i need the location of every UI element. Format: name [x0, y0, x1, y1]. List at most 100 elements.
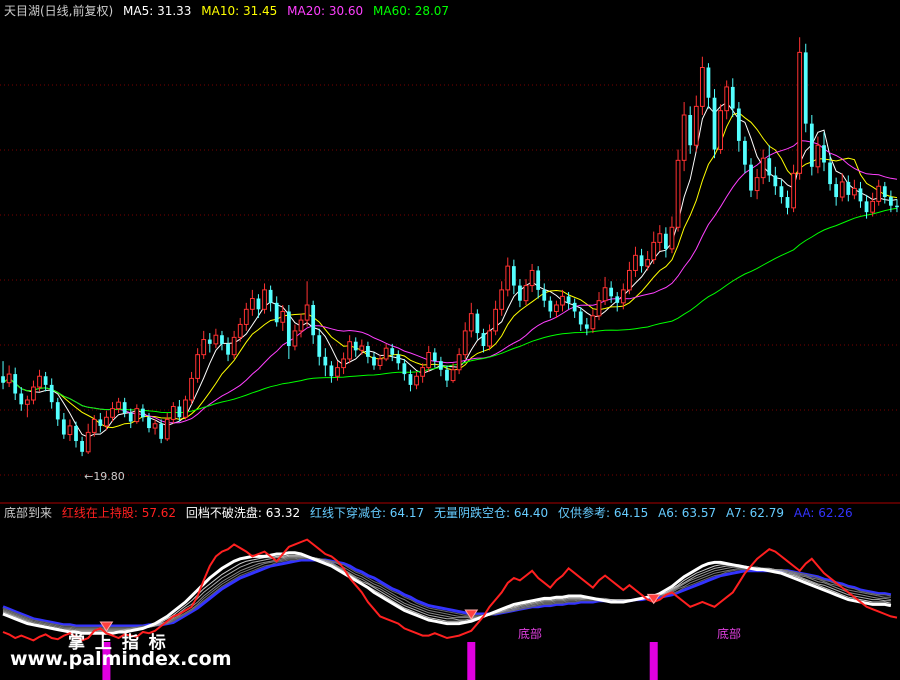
- candle-body: [311, 305, 316, 336]
- candle-body: [231, 336, 237, 356]
- candle-body: [523, 285, 529, 302]
- candle-body: [645, 259, 651, 267]
- candle-body: [292, 330, 298, 347]
- candle-body: [6, 373, 12, 384]
- ind-a6: A6: 63.57: [658, 506, 717, 520]
- ma60-label: MA60: 28.07: [373, 4, 450, 18]
- ind-aa: AA: 62.26: [793, 506, 853, 520]
- candle-body: [43, 376, 48, 385]
- candle-body: [98, 419, 103, 426]
- candle-body: [213, 334, 219, 345]
- candle-body: [462, 330, 468, 356]
- top-header: 天目湖(日线,前复权) MA5: 31.33 MA10: 31.45 MA20:…: [4, 4, 455, 18]
- low-price-label: ←19.80: [84, 470, 125, 484]
- candle-body: [876, 185, 882, 202]
- indicator-title: 底部到来: [4, 506, 53, 520]
- candle-body: [718, 110, 723, 151]
- candle-body: [627, 269, 632, 291]
- ind-5: 仅供参考: 64.15: [558, 506, 649, 520]
- candle-body: [688, 115, 693, 146]
- candle-body: [675, 159, 681, 228]
- candle-body: [55, 402, 60, 420]
- candle-body: [426, 352, 432, 369]
- candle-body: [822, 145, 826, 163]
- candle-body: [639, 255, 644, 267]
- candle-body: [170, 405, 176, 420]
- watermark-url: www.palmindex.com: [10, 648, 232, 670]
- candle-body: [615, 296, 620, 303]
- candle-body: [505, 265, 511, 291]
- candle-body: [152, 423, 158, 429]
- candle-body: [414, 375, 419, 386]
- stock-title: 天目湖(日线,前复权): [4, 4, 114, 18]
- candle-body: [110, 408, 115, 418]
- candle-body: [226, 343, 230, 355]
- candle-body: [116, 401, 121, 410]
- candle-body: [858, 188, 863, 202]
- candle-body: [657, 233, 663, 243]
- candle-body: [268, 289, 273, 303]
- candle-body: [693, 105, 699, 146]
- bottom-label-2: 底部: [717, 627, 742, 641]
- candle-body: [743, 140, 747, 165]
- candle-body: [256, 298, 261, 310]
- candle-body: [445, 369, 449, 381]
- candle-body: [383, 347, 389, 360]
- chart-canvas[interactable]: [0, 0, 900, 680]
- ind-4: 无量阴跌空仓: 64.40: [433, 506, 549, 520]
- candle-body: [317, 335, 322, 357]
- candle-body: [159, 423, 164, 439]
- candle-body: [61, 419, 66, 435]
- candle-body: [195, 354, 201, 379]
- candle-body: [779, 186, 784, 198]
- candle-body: [791, 172, 796, 209]
- candle-body: [304, 304, 310, 321]
- candle-body: [536, 270, 541, 290]
- candle-body: [249, 298, 255, 310]
- candle-body: [773, 175, 778, 187]
- candle-body: [809, 123, 814, 167]
- candle-body: [31, 386, 36, 401]
- ind-red: 红线在上持股: 57.62: [61, 506, 177, 520]
- candle-body: [596, 300, 602, 317]
- candle-body: [760, 157, 766, 179]
- candle-body: [870, 200, 876, 213]
- candle-body: [554, 304, 559, 312]
- candle-body: [566, 296, 571, 303]
- candle-body: [609, 287, 614, 297]
- candle-body: [590, 315, 596, 330]
- candle-body: [201, 339, 207, 356]
- candle-body: [85, 431, 91, 453]
- candle-body: [487, 330, 492, 347]
- bottom-header: 底部到来 红线在上持股: 57.62 回档不破洗盘: 63.32 红线下穿减仓:…: [4, 506, 859, 520]
- candle-body: [183, 399, 188, 418]
- candle-body: [177, 406, 182, 418]
- candle-body: [390, 348, 395, 355]
- candle-body: [67, 425, 73, 436]
- candle-body: [408, 374, 413, 385]
- candle-body: [828, 162, 832, 185]
- candle-body: [797, 51, 803, 174]
- candle-body: [438, 361, 443, 370]
- candle-body: [13, 374, 18, 394]
- candle-body: [377, 358, 383, 366]
- candle-body: [323, 356, 328, 366]
- candle-body: [724, 86, 730, 112]
- ind-white: 回档不破洗盘: 63.32: [185, 506, 301, 520]
- candle-body: [475, 313, 480, 334]
- candle-body: [329, 365, 334, 377]
- candle-body: [651, 241, 657, 261]
- candle-body: [749, 164, 753, 191]
- candle-body: [560, 295, 565, 306]
- candle-body: [347, 341, 353, 360]
- candle-body: [529, 269, 535, 287]
- candle-body: [1, 376, 5, 383]
- candle-body: [456, 354, 462, 371]
- candle-body: [128, 412, 133, 422]
- candle-body: [74, 425, 78, 442]
- ma10-label: MA10: 31.45: [201, 4, 278, 18]
- candle-body: [864, 201, 869, 213]
- candle-body: [712, 97, 717, 150]
- candle-body: [481, 333, 486, 347]
- candle-body: [584, 324, 589, 329]
